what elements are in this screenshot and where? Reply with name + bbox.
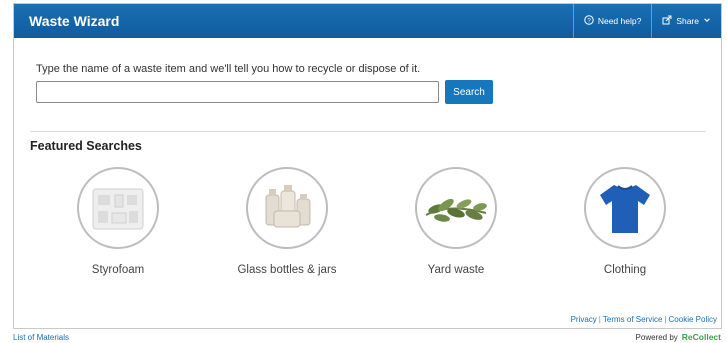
featured-searches-title: Featured Searches [30, 139, 142, 153]
yard-waste-image [415, 167, 497, 249]
privacy-link[interactable]: Privacy [571, 315, 597, 324]
featured-item-label: Clothing [603, 264, 647, 276]
featured-item-label: Glass bottles & jars [237, 264, 337, 276]
share-label: Share [676, 16, 699, 26]
waste-wizard-widget: Waste Wizard ? Need help? Share Type the… [13, 3, 722, 329]
help-icon: ? [584, 15, 594, 27]
cookie-policy-link[interactable]: Cookie Policy [669, 315, 717, 324]
separator: | [664, 315, 667, 324]
featured-item-label: Styrofoam [91, 264, 145, 276]
glass-bottles-image [246, 167, 328, 249]
share-icon [662, 15, 672, 27]
recollect-logo[interactable]: ReCollect [682, 332, 721, 342]
styrofoam-image [77, 167, 159, 249]
header-bar: Waste Wizard ? Need help? Share [14, 4, 721, 38]
search-input[interactable] [36, 81, 439, 103]
separator: | [598, 315, 601, 324]
need-help-button[interactable]: ? Need help? [572, 4, 651, 38]
search-prompt: Type the name of a waste item and we'll … [36, 63, 421, 75]
footer-links: Privacy | Terms of Service | Cookie Policy [571, 315, 717, 324]
chevron-down-icon [703, 16, 711, 26]
need-help-label: Need help? [597, 16, 642, 26]
search-button[interactable]: Search [445, 80, 493, 104]
clothing-image [584, 167, 666, 249]
featured-item-yard-waste[interactable]: Yard waste [396, 167, 516, 278]
list-of-materials-link[interactable]: List of Materials [13, 333, 69, 342]
featured-item-glass-bottles-jars[interactable]: Glass bottles & jars [227, 167, 347, 278]
divider [30, 131, 706, 132]
powered-by-label: Powered by [635, 332, 678, 342]
svg-text:?: ? [587, 18, 591, 25]
terms-of-service-link[interactable]: Terms of Service [603, 315, 663, 324]
featured-item-clothing[interactable]: Clothing [565, 167, 685, 278]
share-button[interactable]: Share [651, 4, 721, 38]
featured-item-label: Yard waste [427, 264, 485, 276]
powered-by: Powered by ReCollect [636, 332, 721, 342]
app-title: Waste Wizard [29, 13, 120, 29]
featured-item-styrofoam[interactable]: Styrofoam [58, 167, 178, 278]
